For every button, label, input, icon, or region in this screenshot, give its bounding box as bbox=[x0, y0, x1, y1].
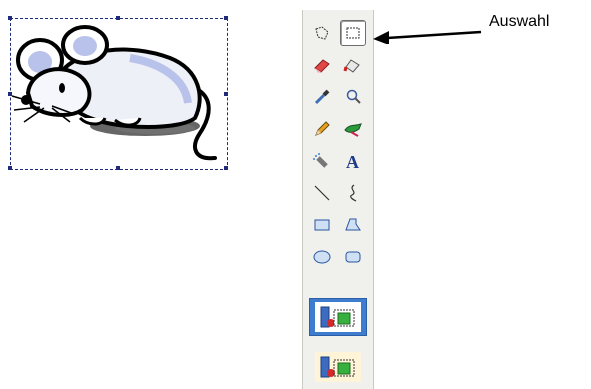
svg-text:A: A bbox=[346, 152, 359, 170]
eraser-icon[interactable] bbox=[309, 52, 335, 78]
tool-box: A bbox=[302, 10, 374, 389]
callout-arrow-icon bbox=[373, 30, 482, 44]
fill-bucket-icon[interactable] bbox=[340, 52, 366, 78]
rectangle-icon[interactable] bbox=[309, 212, 335, 238]
opaque-selection-option[interactable] bbox=[309, 298, 367, 336]
free-form-select-icon[interactable] bbox=[309, 20, 335, 46]
callout-label: Auswahl bbox=[489, 13, 550, 30]
magnifier-icon[interactable] bbox=[340, 84, 366, 110]
pick-color-icon[interactable] bbox=[309, 84, 335, 110]
opaque-selection-icon bbox=[320, 306, 355, 328]
mouse-clipart bbox=[11, 25, 217, 161]
transparent-selection-option[interactable] bbox=[309, 348, 367, 386]
ellipse-icon[interactable] bbox=[309, 244, 335, 270]
curve-icon[interactable] bbox=[340, 180, 366, 206]
pencil-icon[interactable] bbox=[309, 116, 335, 142]
line-icon[interactable] bbox=[309, 180, 335, 206]
rounded-rectangle-icon[interactable] bbox=[340, 244, 366, 270]
airbrush-icon[interactable] bbox=[309, 148, 335, 174]
brush-icon[interactable] bbox=[340, 116, 366, 142]
text-icon[interactable]: A bbox=[340, 148, 366, 174]
polygon-icon[interactable] bbox=[340, 212, 366, 238]
transparent-selection-icon bbox=[320, 356, 355, 378]
rectangle-select-icon[interactable] bbox=[340, 20, 366, 46]
